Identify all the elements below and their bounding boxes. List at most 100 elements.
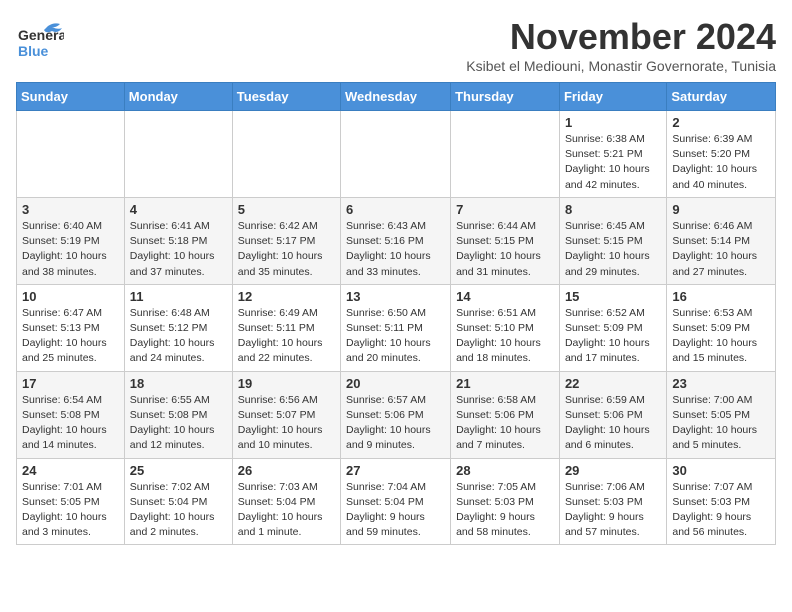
day-of-week-header: Saturday	[667, 83, 776, 111]
day-info: Sunrise: 6:58 AM Sunset: 5:06 PM Dayligh…	[456, 393, 554, 454]
calendar-cell: 28 Sunrise: 7:05 AM Sunset: 5:03 PM Dayli…	[451, 458, 560, 545]
month-title: November 2024	[466, 16, 776, 58]
day-info: Sunrise: 7:03 AM Sunset: 5:04 PM Dayligh…	[238, 480, 335, 541]
day-number: 13	[346, 289, 445, 304]
day-number: 17	[22, 376, 119, 391]
day-number: 28	[456, 463, 554, 478]
day-number: 14	[456, 289, 554, 304]
day-info: Sunrise: 7:00 AM Sunset: 5:05 PM Dayligh…	[672, 393, 770, 454]
day-info: Sunrise: 7:02 AM Sunset: 5:04 PM Dayligh…	[130, 480, 227, 541]
day-number: 2	[672, 115, 770, 130]
day-info: Sunrise: 6:44 AM Sunset: 5:15 PM Dayligh…	[456, 219, 554, 280]
calendar-cell: 25 Sunrise: 7:02 AM Sunset: 5:04 PM Dayli…	[124, 458, 232, 545]
calendar-cell: 2 Sunrise: 6:39 AM Sunset: 5:20 PM Daylig…	[667, 111, 776, 198]
logo-icon: General Blue	[16, 16, 64, 64]
day-info: Sunrise: 6:42 AM Sunset: 5:17 PM Dayligh…	[238, 219, 335, 280]
day-number: 3	[22, 202, 119, 217]
day-number: 15	[565, 289, 661, 304]
day-number: 19	[238, 376, 335, 391]
calendar-cell	[232, 111, 340, 198]
calendar-cell: 6Sunrise: 6:43 AM Sunset: 5:16 PM Daylig…	[341, 197, 451, 284]
day-info: Sunrise: 6:38 AM Sunset: 5:21 PM Dayligh…	[565, 132, 661, 193]
calendar-week-row: 3 Sunrise: 6:40 AM Sunset: 5:19 PM Daylig…	[17, 197, 776, 284]
day-info: Sunrise: 6:46 AM Sunset: 5:14 PM Dayligh…	[672, 219, 770, 280]
day-info: Sunrise: 6:48 AM Sunset: 5:12 PM Dayligh…	[130, 306, 227, 367]
day-info: Sunrise: 6:41 AM Sunset: 5:18 PM Dayligh…	[130, 219, 227, 280]
day-info: Sunrise: 6:55 AM Sunset: 5:08 PM Dayligh…	[130, 393, 227, 454]
day-number: 23	[672, 376, 770, 391]
calendar-cell: 18 Sunrise: 6:55 AM Sunset: 5:08 PM Dayli…	[124, 371, 232, 458]
day-number: 26	[238, 463, 335, 478]
day-number: 24	[22, 463, 119, 478]
calendar-cell	[124, 111, 232, 198]
calendar-week-row: 10 Sunrise: 6:47 AM Sunset: 5:13 PM Dayli…	[17, 284, 776, 371]
day-info: Sunrise: 7:06 AM Sunset: 5:03 PM Dayligh…	[565, 480, 661, 541]
calendar-header-row: SundayMondayTuesdayWednesdayThursdayFrid…	[17, 83, 776, 111]
day-number: 7	[456, 202, 554, 217]
day-info: Sunrise: 6:45 AM Sunset: 5:15 PM Dayligh…	[565, 219, 661, 280]
calendar-cell: 1 Sunrise: 6:38 AM Sunset: 5:21 PM Daylig…	[559, 111, 666, 198]
calendar-cell: 8 Sunrise: 6:45 AM Sunset: 5:15 PM Daylig…	[559, 197, 666, 284]
location-subtitle: Ksibet el Mediouni, Monastir Governorate…	[466, 58, 776, 74]
day-number: 11	[130, 289, 227, 304]
calendar-cell: 26 Sunrise: 7:03 AM Sunset: 5:04 PM Dayli…	[232, 458, 340, 545]
calendar-cell: 22Sunrise: 6:59 AM Sunset: 5:06 PM Dayli…	[559, 371, 666, 458]
calendar-cell: 29Sunrise: 7:06 AM Sunset: 5:03 PM Dayli…	[559, 458, 666, 545]
calendar-cell: 9 Sunrise: 6:46 AM Sunset: 5:14 PM Daylig…	[667, 197, 776, 284]
calendar-cell: 15Sunrise: 6:52 AM Sunset: 5:09 PM Dayli…	[559, 284, 666, 371]
day-number: 18	[130, 376, 227, 391]
calendar-cell	[451, 111, 560, 198]
day-of-week-header: Thursday	[451, 83, 560, 111]
calendar-cell: 3 Sunrise: 6:40 AM Sunset: 5:19 PM Daylig…	[17, 197, 125, 284]
day-info: Sunrise: 6:56 AM Sunset: 5:07 PM Dayligh…	[238, 393, 335, 454]
page-header: General Blue November 2024 Ksibet el Med…	[16, 16, 776, 74]
day-info: Sunrise: 6:43 AM Sunset: 5:16 PM Dayligh…	[346, 219, 445, 280]
day-of-week-header: Monday	[124, 83, 232, 111]
calendar-cell: 24 Sunrise: 7:01 AM Sunset: 5:05 PM Dayli…	[17, 458, 125, 545]
title-block: November 2024 Ksibet el Mediouni, Monast…	[466, 16, 776, 74]
calendar-week-row: 17 Sunrise: 6:54 AM Sunset: 5:08 PM Dayli…	[17, 371, 776, 458]
day-of-week-header: Sunday	[17, 83, 125, 111]
calendar-cell: 10 Sunrise: 6:47 AM Sunset: 5:13 PM Dayli…	[17, 284, 125, 371]
calendar-cell: 27 Sunrise: 7:04 AM Sunset: 5:04 PM Dayli…	[341, 458, 451, 545]
day-number: 30	[672, 463, 770, 478]
calendar-cell: 4Sunrise: 6:41 AM Sunset: 5:18 PM Daylig…	[124, 197, 232, 284]
day-number: 22	[565, 376, 661, 391]
calendar-cell: 11 Sunrise: 6:48 AM Sunset: 5:12 PM Dayli…	[124, 284, 232, 371]
day-info: Sunrise: 6:54 AM Sunset: 5:08 PM Dayligh…	[22, 393, 119, 454]
calendar-cell: 21 Sunrise: 6:58 AM Sunset: 5:06 PM Dayli…	[451, 371, 560, 458]
calendar-cell	[341, 111, 451, 198]
calendar-cell: 7 Sunrise: 6:44 AM Sunset: 5:15 PM Daylig…	[451, 197, 560, 284]
day-number: 9	[672, 202, 770, 217]
calendar-cell: 12Sunrise: 6:49 AM Sunset: 5:11 PM Dayli…	[232, 284, 340, 371]
day-number: 27	[346, 463, 445, 478]
day-info: Sunrise: 6:51 AM Sunset: 5:10 PM Dayligh…	[456, 306, 554, 367]
day-number: 5	[238, 202, 335, 217]
calendar-week-row: 24 Sunrise: 7:01 AM Sunset: 5:05 PM Dayli…	[17, 458, 776, 545]
calendar-cell: 20Sunrise: 6:57 AM Sunset: 5:06 PM Dayli…	[341, 371, 451, 458]
day-number: 12	[238, 289, 335, 304]
day-info: Sunrise: 6:50 AM Sunset: 5:11 PM Dayligh…	[346, 306, 445, 367]
day-number: 25	[130, 463, 227, 478]
day-info: Sunrise: 6:39 AM Sunset: 5:20 PM Dayligh…	[672, 132, 770, 193]
day-number: 8	[565, 202, 661, 217]
day-info: Sunrise: 6:47 AM Sunset: 5:13 PM Dayligh…	[22, 306, 119, 367]
day-info: Sunrise: 6:40 AM Sunset: 5:19 PM Dayligh…	[22, 219, 119, 280]
day-number: 1	[565, 115, 661, 130]
day-number: 16	[672, 289, 770, 304]
calendar-cell: 30Sunrise: 7:07 AM Sunset: 5:03 PM Dayli…	[667, 458, 776, 545]
day-info: Sunrise: 7:04 AM Sunset: 5:04 PM Dayligh…	[346, 480, 445, 541]
day-info: Sunrise: 7:01 AM Sunset: 5:05 PM Dayligh…	[22, 480, 119, 541]
calendar-cell: 16 Sunrise: 6:53 AM Sunset: 5:09 PM Dayli…	[667, 284, 776, 371]
calendar-table: SundayMondayTuesdayWednesdayThursdayFrid…	[16, 82, 776, 545]
day-number: 21	[456, 376, 554, 391]
logo: General Blue	[16, 16, 64, 64]
day-number: 10	[22, 289, 119, 304]
calendar-cell: 13 Sunrise: 6:50 AM Sunset: 5:11 PM Dayli…	[341, 284, 451, 371]
calendar-cell: 23 Sunrise: 7:00 AM Sunset: 5:05 PM Dayli…	[667, 371, 776, 458]
calendar-cell: 19 Sunrise: 6:56 AM Sunset: 5:07 PM Dayli…	[232, 371, 340, 458]
day-of-week-header: Friday	[559, 83, 666, 111]
day-info: Sunrise: 7:05 AM Sunset: 5:03 PM Dayligh…	[456, 480, 554, 541]
day-info: Sunrise: 6:53 AM Sunset: 5:09 PM Dayligh…	[672, 306, 770, 367]
day-number: 20	[346, 376, 445, 391]
